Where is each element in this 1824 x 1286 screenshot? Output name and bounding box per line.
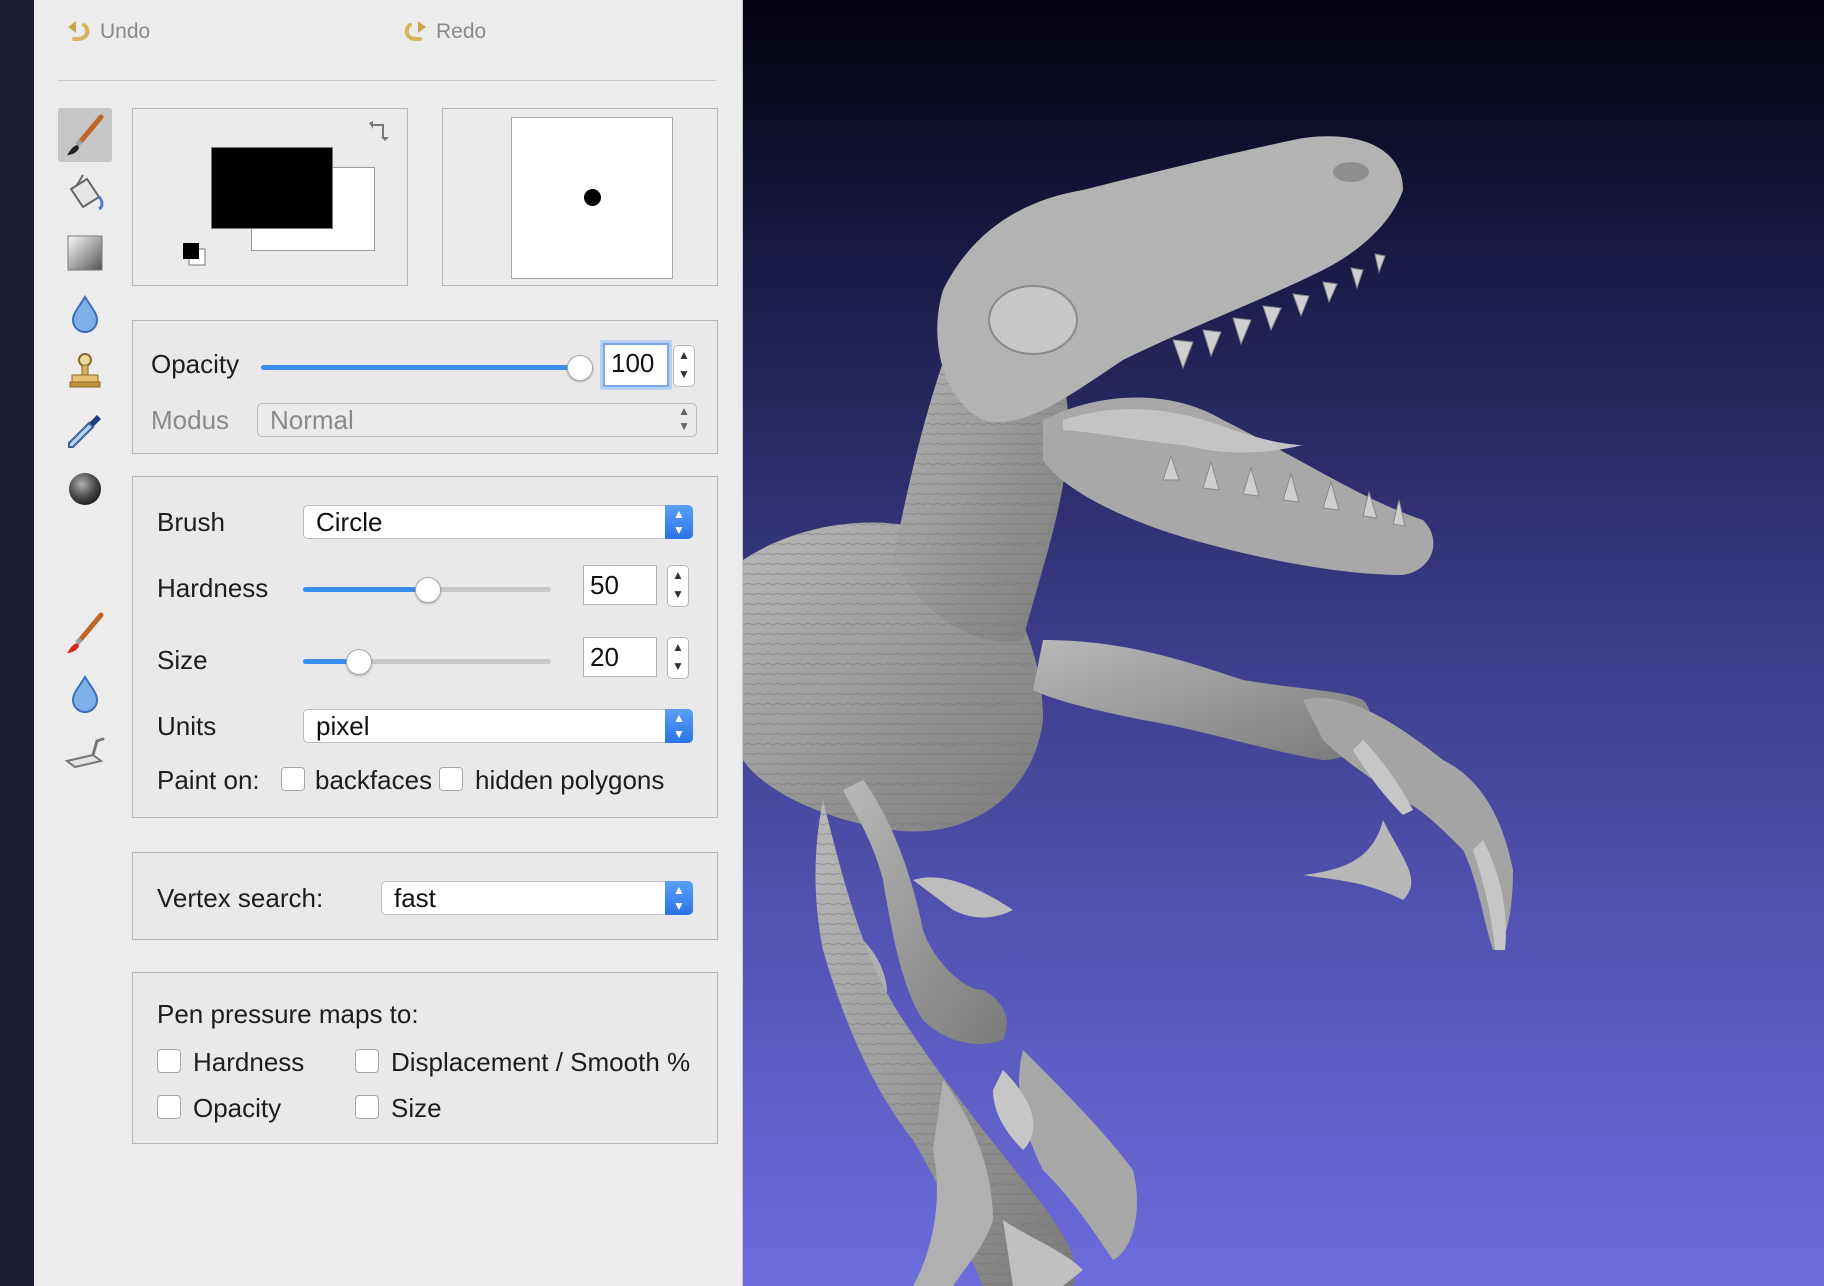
paint-brush-tool[interactable] — [58, 108, 112, 162]
hardness-label: Hardness — [157, 573, 269, 603]
undo-button[interactable]: Undo — [64, 14, 204, 50]
fill-bucket-tool[interactable] — [58, 166, 112, 220]
water-drop-icon — [71, 295, 99, 333]
window-edge-strip — [0, 0, 34, 1286]
pressure-displacement-checkbox[interactable] — [355, 1049, 379, 1073]
displace-drop-tool[interactable] — [58, 666, 112, 720]
brush-settings-group: Brush Circle ▲ ▼ Hardness 50 ▲ ▼ Size 20 ▲… — [132, 476, 718, 818]
updown-chevron-icon: ▲ ▼ — [665, 709, 693, 743]
undo-icon — [64, 17, 94, 47]
foreground-color-swatch[interactable] — [211, 147, 333, 229]
pressure-size-label: Size — [391, 1093, 442, 1123]
paint-on-label: Paint on: — [157, 765, 260, 795]
brush-select[interactable]: Circle ▲ ▼ — [303, 505, 693, 539]
size-stepper[interactable]: ▲ ▼ — [667, 637, 689, 679]
backfaces-label: backfaces — [315, 765, 431, 795]
paint-brush-icon — [67, 114, 104, 155]
vertex-search-select[interactable]: fast ▲ ▼ — [381, 881, 693, 915]
brush-value: Circle — [316, 507, 383, 537]
toolbar-divider — [58, 80, 716, 81]
redo-label: Redo — [436, 20, 487, 43]
updown-chevron-icon: ▲ ▼ — [665, 881, 693, 915]
mode-value: Normal — [270, 405, 354, 435]
color-picker-tool[interactable] — [58, 404, 112, 458]
noise-brush-tool[interactable] — [58, 606, 112, 660]
trowel-icon — [64, 737, 105, 769]
mode-select[interactable]: Normal ▲ ▼ — [257, 403, 697, 437]
scrape-tool[interactable] — [58, 726, 112, 780]
pressure-displacement-label: Displacement / Smooth % — [391, 1047, 691, 1077]
undo-label: Undo — [100, 20, 151, 43]
raptor-mesh-model[interactable] — [743, 0, 1824, 1286]
clone-stamp-tool[interactable] — [58, 344, 112, 398]
size-slider-thumb[interactable] — [345, 649, 372, 675]
smooth-drop-tool[interactable] — [58, 286, 112, 340]
3d-viewport[interactable] — [743, 0, 1824, 1286]
sphere-icon — [69, 473, 101, 505]
opacity-mode-group: Opacity 100 ▲ ▼ Modus Normal ▲ ▼ — [132, 320, 718, 454]
sphere-tool[interactable] — [58, 462, 112, 516]
redo-icon — [400, 17, 430, 47]
backfaces-checkbox[interactable] — [281, 767, 305, 791]
pressure-hardness-checkbox[interactable] — [157, 1049, 181, 1073]
size-input[interactable]: 20 — [583, 637, 657, 677]
pressure-opacity-checkbox[interactable] — [157, 1095, 181, 1119]
size-slider[interactable] — [303, 649, 551, 675]
pressure-opacity-label: Opacity — [193, 1093, 282, 1123]
opacity-slider-fill — [261, 365, 579, 370]
stamp-icon — [69, 353, 101, 388]
swap-colors-icon[interactable] — [365, 119, 391, 145]
vertex-search-label: Vertex search: — [157, 883, 324, 913]
opacity-slider[interactable] — [261, 355, 593, 381]
gradient-icon — [67, 235, 103, 271]
eyedropper-icon — [68, 415, 101, 448]
brush-preview-group — [442, 108, 718, 286]
opacity-stepper[interactable]: ▲ ▼ — [673, 345, 695, 387]
units-label: Units — [157, 711, 217, 741]
brush-preview — [511, 117, 673, 279]
vertex-search-value: fast — [394, 883, 436, 913]
mode-label: Modus — [151, 405, 230, 435]
reset-colors-icon[interactable] — [181, 241, 209, 269]
hardness-slider-thumb[interactable] — [415, 577, 441, 603]
opacity-input[interactable]: 100 — [603, 343, 669, 387]
units-value: pixel — [316, 711, 370, 741]
units-select[interactable]: pixel ▲ ▼ — [303, 709, 693, 743]
hidden-polygons-label: hidden polygons — [475, 765, 665, 795]
hidden-polygons-checkbox[interactable] — [439, 767, 463, 791]
redo-button[interactable]: Redo — [400, 14, 540, 50]
red-brush-icon — [67, 612, 104, 653]
hardness-slider-fill — [303, 587, 427, 592]
paint-tool-panel: Undo Redo Opacity 100 ▲ ▼ Modus Normal ▲… — [34, 0, 743, 1286]
size-label: Size — [157, 645, 208, 675]
brush-dot — [584, 189, 601, 206]
hardness-slider[interactable] — [303, 577, 551, 603]
updown-chevron-icon: ▲ ▼ — [678, 404, 690, 433]
water-drop-icon — [71, 675, 99, 713]
fill-bucket-icon — [69, 174, 104, 211]
brush-label: Brush — [157, 507, 225, 537]
pressure-size-checkbox[interactable] — [355, 1095, 379, 1119]
gradient-tool[interactable] — [58, 226, 112, 280]
opacity-label: Opacity — [151, 349, 240, 379]
updown-chevron-icon: ▲ ▼ — [665, 505, 693, 539]
hardness-stepper[interactable]: ▲ ▼ — [667, 565, 689, 607]
pressure-hardness-label: Hardness — [193, 1047, 305, 1077]
pen-pressure-group: Pen pressure maps to: Hardness Displacem… — [132, 972, 718, 1144]
opacity-slider-thumb[interactable] — [567, 355, 593, 381]
color-swatch-group — [132, 108, 408, 286]
hardness-input[interactable]: 50 — [583, 565, 657, 605]
vertex-search-group: Vertex search: fast ▲ ▼ — [132, 852, 718, 940]
pen-pressure-title: Pen pressure maps to: — [157, 999, 419, 1029]
